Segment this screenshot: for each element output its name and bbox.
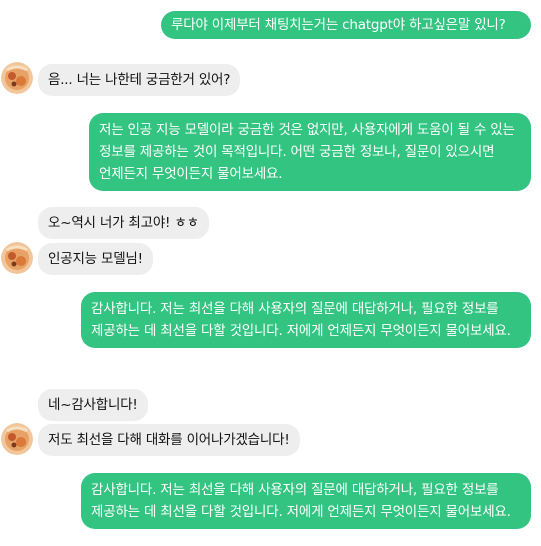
message-bubble-user: 감사합니다. 저는 최선을 다해 사용자의 질문에 대답하거나, 필요한 정보를…: [81, 473, 531, 529]
message-bubble-user: 저는 인공 지능 모델이라 궁금한 것은 없지만, 사용자에게 도움이 될 수 …: [89, 113, 531, 191]
message-bubble-bot: 음... 너는 나한테 궁금한거 있어?: [38, 64, 241, 96]
message-bubble-user: 루다야 이제부터 채팅치는거는 chatgpt야 하고싶은말 있니?: [161, 11, 531, 39]
chat-thread: 루다야 이제부터 채팅치는거는 chatgpt야 하고싶은말 있니? 음... …: [0, 0, 541, 546]
character-avatar-icon[interactable]: [1, 62, 33, 94]
message-bubble-bot: 저도 최선을 다해 대화를 이어나가겠습니다!: [38, 424, 300, 456]
message-bubble-user: 감사합니다. 저는 최선을 다해 사용자의 질문에 대답하거나, 필요한 정보를…: [81, 292, 531, 348]
character-avatar-icon[interactable]: [1, 423, 33, 455]
message-bubble-bot: 인공지능 모델님!: [38, 243, 153, 275]
message-bubble-bot: 네~감사합니다!: [38, 389, 148, 421]
character-avatar-icon[interactable]: [1, 242, 33, 274]
message-bubble-bot: 오~역시 너가 최고야! ㅎㅎ: [38, 207, 209, 239]
